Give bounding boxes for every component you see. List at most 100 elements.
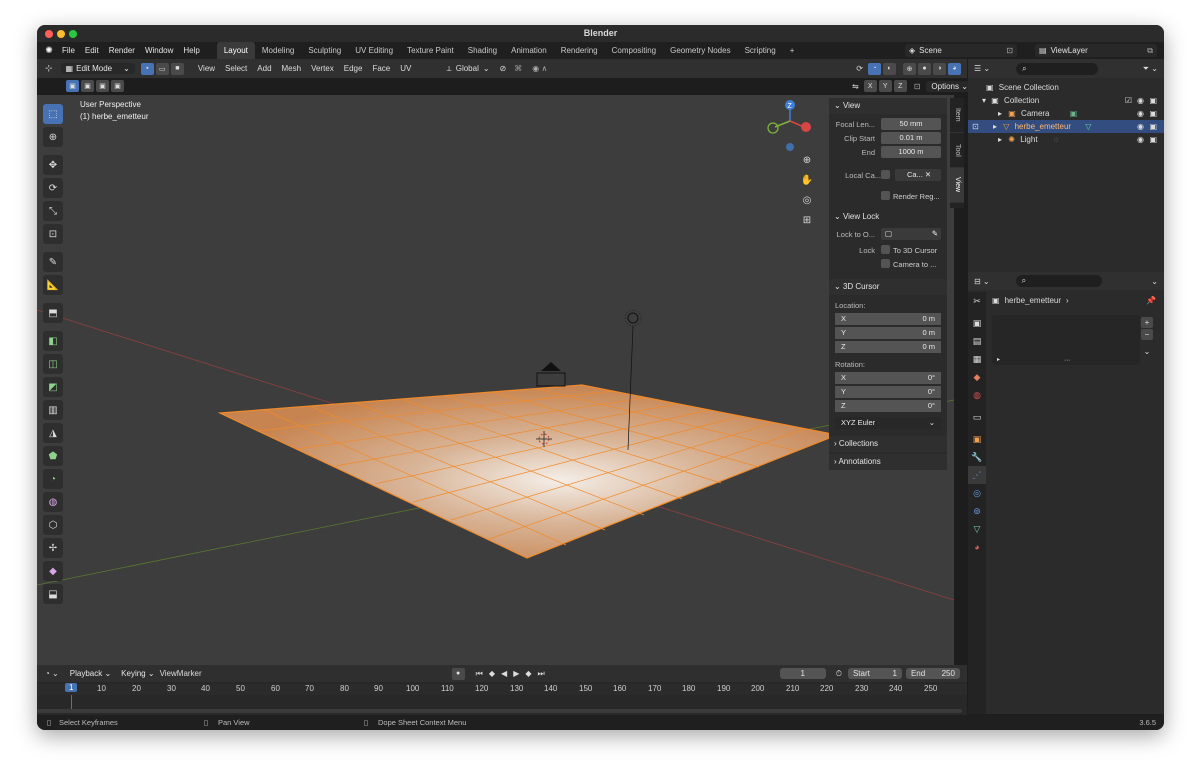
- menu-mesh[interactable]: Mesh: [277, 64, 307, 73]
- filter-icon[interactable]: ⏷ ⌄: [1143, 64, 1158, 74]
- pin-icon[interactable]: ⊡: [1006, 46, 1013, 55]
- tab-scripting[interactable]: Scripting: [738, 42, 783, 59]
- extrude-tool[interactable]: ◧: [43, 331, 63, 351]
- rotation-mode-dropdown[interactable]: XYZ Euler ⌄: [835, 417, 941, 429]
- expand-icon[interactable]: ▸: [998, 135, 1002, 144]
- physics-properties-icon[interactable]: ◎: [968, 484, 986, 502]
- transform-tool[interactable]: ⊡: [43, 224, 63, 244]
- rendered-shading-button[interactable]: ◕: [948, 62, 961, 75]
- add-cube-tool[interactable]: ⬒: [43, 303, 63, 323]
- particle-systems-list[interactable]: ▸ ⋯: [992, 315, 1140, 365]
- visibility-eye-icon[interactable]: ◉: [1137, 107, 1144, 120]
- inset-tool[interactable]: ◫: [43, 354, 63, 374]
- mirror-x-button[interactable]: X: [863, 80, 877, 92]
- wireframe-shading-button[interactable]: ⊕: [903, 62, 916, 75]
- pin-icon[interactable]: 📌: [1146, 296, 1156, 305]
- navigation-gizmo[interactable]: Z: [767, 100, 811, 151]
- add-workspace-button[interactable]: +: [783, 42, 802, 59]
- xray-toggle-button[interactable]: ◐: [883, 62, 896, 75]
- object-properties-icon[interactable]: ▣: [968, 430, 986, 448]
- world-properties-icon[interactable]: ◍: [968, 386, 986, 404]
- tab-texture-paint[interactable]: Texture Paint: [400, 42, 461, 59]
- render-region-checkbox[interactable]: [881, 191, 890, 200]
- view-layer-properties-icon[interactable]: ▦: [968, 350, 986, 368]
- solid-shading-button[interactable]: ●: [918, 62, 931, 75]
- menu-timeline-view[interactable]: View: [160, 669, 177, 678]
- minimize-window-button[interactable]: [57, 30, 65, 38]
- menu-help[interactable]: Help: [178, 42, 204, 59]
- output-properties-icon[interactable]: ▤: [968, 332, 986, 350]
- loop-cut-tool[interactable]: ▥: [43, 400, 63, 420]
- shear-tool[interactable]: ◆: [43, 561, 63, 581]
- play-button[interactable]: ▶: [513, 669, 519, 678]
- 3d-viewport[interactable]: Z User Perspective (1) herbe_emetteur ⊕ …: [37, 95, 954, 665]
- render-camera-icon[interactable]: ▣: [1149, 94, 1157, 107]
- edit-mode-icon[interactable]: ⊡: [972, 122, 979, 131]
- menu-window[interactable]: Window: [140, 42, 178, 59]
- tab-layout[interactable]: Layout: [216, 42, 255, 59]
- close-window-button[interactable]: [45, 30, 53, 38]
- expand-icon[interactable]: ▾: [982, 96, 986, 105]
- select-intersect-button[interactable]: ▣: [111, 80, 124, 92]
- list-resize-handle[interactable]: ▸: [997, 356, 1000, 363]
- mirror-y-button[interactable]: Y: [878, 80, 892, 92]
- material-properties-icon[interactable]: ◕: [968, 538, 986, 556]
- copy-icon[interactable]: ⧉: [1147, 46, 1153, 56]
- editor-type-icon[interactable]: ⊹: [45, 63, 53, 74]
- local-camera-checkbox[interactable]: [881, 170, 890, 179]
- rip-tool[interactable]: ⬓: [43, 584, 63, 604]
- measure-tool[interactable]: 📐: [43, 275, 63, 295]
- view-lock-header[interactable]: ⌄ View Lock: [829, 209, 947, 225]
- frame-start-field[interactable]: Start 1: [847, 668, 902, 679]
- material-shading-button[interactable]: ◑: [933, 62, 946, 75]
- menu-select[interactable]: Select: [220, 64, 252, 73]
- visibility-eye-icon[interactable]: ◉: [1137, 94, 1144, 107]
- next-keyframe-button[interactable]: ◆: [525, 669, 531, 678]
- scale-tool[interactable]: ⤡: [43, 201, 63, 221]
- list-grip-icon[interactable]: ⋯: [1064, 357, 1070, 364]
- properties-search-input[interactable]: ⌕: [1015, 275, 1102, 287]
- edge-select-button[interactable]: ▭: [155, 62, 169, 75]
- timeline-editor-icon[interactable]: ◔ ⌄: [45, 669, 59, 678]
- viewport-scene[interactable]: Z: [37, 95, 954, 665]
- render-properties-icon[interactable]: ▣: [968, 314, 986, 332]
- collection-properties-icon[interactable]: ▭: [968, 408, 986, 426]
- tab-item[interactable]: Item: [950, 98, 964, 133]
- frame-ruler[interactable]: 1 10 20 30 40 50 60 70 80 90 100 110 120…: [37, 683, 967, 695]
- tab-rendering[interactable]: Rendering: [554, 42, 605, 59]
- timeline-scrollbar[interactable]: [37, 709, 962, 713]
- current-frame-field[interactable]: 1: [779, 668, 826, 679]
- select-extend-button[interactable]: ▣: [81, 80, 94, 92]
- outliner-item-camera[interactable]: ▸ ▣ Camera ▣ ◉ ▣: [968, 107, 1164, 120]
- outliner-item-light[interactable]: ▸ ✺ Light ◌ ◉ ▣: [968, 133, 1164, 146]
- local-camera-field[interactable]: Ca... ✕: [895, 169, 941, 181]
- data-properties-icon[interactable]: ▽: [968, 520, 986, 538]
- tab-modeling[interactable]: Modeling: [255, 42, 301, 59]
- camera-view-icon[interactable]: ◎: [799, 195, 815, 215]
- tab-uv-editing[interactable]: UV Editing: [348, 42, 400, 59]
- transform-orientation-dropdown[interactable]: ⟂ Global ⌄: [446, 64, 489, 74]
- edge-slide-tool[interactable]: ⬡: [43, 515, 63, 535]
- options-dropdown[interactable]: Options ⌄: [926, 80, 973, 92]
- menu-add[interactable]: Add: [252, 64, 276, 73]
- keying-menu[interactable]: Keying ⌄: [116, 668, 159, 679]
- playhead[interactable]: 1: [65, 683, 78, 692]
- select-new-button[interactable]: ▣: [66, 80, 79, 92]
- constraints-properties-icon[interactable]: ⊚: [968, 502, 986, 520]
- overlay-toggle-button[interactable]: ◔: [868, 62, 881, 75]
- menu-edit[interactable]: Edit: [80, 42, 104, 59]
- modifier-properties-icon[interactable]: 🔧: [968, 448, 986, 466]
- maximize-window-button[interactable]: [69, 30, 77, 38]
- expand-icon[interactable]: ▸: [993, 122, 997, 131]
- poly-build-tool[interactable]: ⬟: [43, 446, 63, 466]
- clip-end-field[interactable]: 1000 m: [881, 146, 941, 158]
- scene-properties-icon[interactable]: ◆: [968, 368, 986, 386]
- annotations-header[interactable]: › Annotations: [829, 454, 947, 470]
- knife-tool[interactable]: ◮: [43, 423, 63, 443]
- tab-geometry-nodes[interactable]: Geometry Nodes: [663, 42, 737, 59]
- render-camera-icon[interactable]: ▣: [1149, 107, 1157, 120]
- pan-hand-icon[interactable]: ✋: [799, 175, 815, 195]
- zoom-icon[interactable]: ⊕: [799, 155, 815, 175]
- jump-end-button[interactable]: ⏭: [538, 669, 545, 679]
- camera-to-view-checkbox[interactable]: [881, 259, 890, 268]
